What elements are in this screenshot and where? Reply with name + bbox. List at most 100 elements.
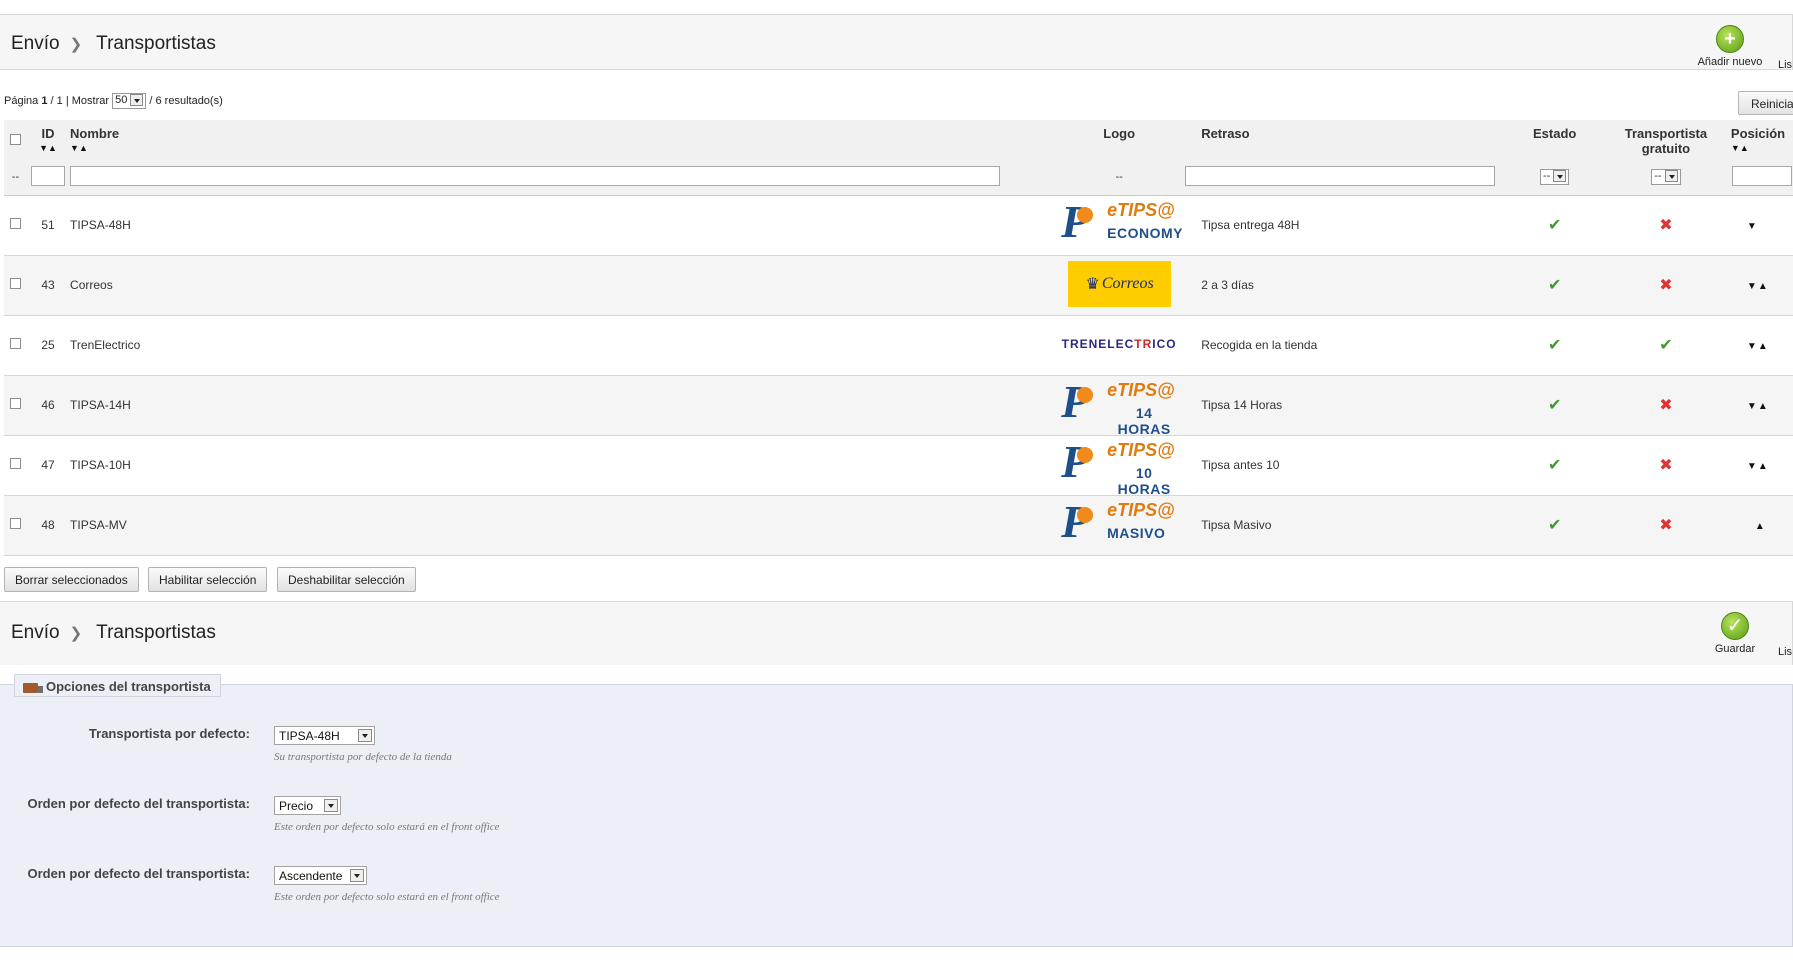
options-legend: Opciones del transportista — [14, 674, 221, 697]
checkmark-icon: ✓ — [1721, 612, 1749, 640]
table-row[interactable]: 43 Correos ♛ Correos 2 a 3 días ✔ ✖ ▼▲ — [4, 255, 1793, 316]
order-by-label: Orden por defecto del transportista: — [27, 796, 250, 811]
row-checkbox[interactable] — [9, 218, 21, 229]
carrier-logo: TRENELECTRICO — [1057, 319, 1181, 369]
status-toggle[interactable]: ✔ — [1508, 375, 1601, 436]
free-toggle[interactable]: ✖ — [1600, 495, 1731, 556]
position-arrows[interactable]: ▼ — [1730, 195, 1793, 256]
tipsa-logo-sub: MASIVO — [1107, 524, 1166, 541]
free-toggle[interactable]: ✔ — [1600, 315, 1731, 376]
check-icon: ✔ — [1547, 397, 1562, 414]
carrier-delay: Tipsa antes 10 — [1185, 435, 1509, 496]
free-toggle[interactable]: ✖ — [1600, 255, 1731, 316]
correos-logo-word: Correos — [1101, 274, 1154, 292]
carrier-name: TrenElectrico — [69, 315, 1054, 376]
trenelectrico-logo: TRENELECTRICO — [1061, 336, 1177, 351]
current-page: 1 — [41, 94, 48, 107]
status-toggle[interactable]: ✔ — [1508, 195, 1601, 256]
table-row[interactable]: 25 TrenElectrico TRENELECTRICO Recogida … — [4, 315, 1793, 376]
position-arrow-icon[interactable]: ▼▲ — [1747, 461, 1769, 472]
default-carrier-select[interactable]: TIPSA-48H — [274, 726, 375, 745]
table-row[interactable]: 47 TIPSA-10H PeTIPS@ 10 HORAS Tipsa antes… — [4, 435, 1793, 497]
row-checkbox[interactable] — [9, 458, 21, 469]
sort-arrows-icon[interactable]: ▼▲ — [70, 144, 1052, 153]
position-arrows[interactable]: ▼▲ — [1730, 375, 1793, 436]
status-toggle[interactable]: ✔ — [1508, 315, 1601, 376]
carrier-logo-cell: PeTIPS@ 10 HORAS — [1053, 435, 1186, 497]
position-filter-input[interactable] — [1731, 165, 1792, 186]
carrier-id: 25 — [26, 315, 70, 376]
delay-filter-input[interactable] — [1185, 165, 1496, 186]
list-button[interactable]: Lis — [1778, 59, 1793, 71]
free-filter-select[interactable]: -- — [1651, 169, 1681, 186]
delete-selected-button[interactable]: Borrar seleccionados — [4, 567, 139, 592]
table-row[interactable]: 48 TIPSA-MV PeTIPS@ MASIVO Tipsa Masivo ✔… — [4, 495, 1793, 556]
carrier-logo: PeTIPS@ ECONOMY — [1057, 198, 1182, 249]
breadcrumb-section[interactable]: Envío — [11, 33, 60, 54]
status-toggle[interactable]: ✔ — [1508, 495, 1601, 556]
check-icon: ✔ — [1547, 277, 1562, 294]
status-toggle[interactable]: ✔ — [1508, 255, 1601, 316]
order-way-select[interactable]: Ascendente — [274, 866, 367, 885]
row-checkbox[interactable] — [9, 518, 21, 529]
tipsa-logo: PeTIPS@ MASIVO — [1057, 498, 1181, 549]
position-header: Posición ▼▲ — [1730, 120, 1793, 160]
status-toggle[interactable]: ✔ — [1508, 435, 1601, 496]
row-checkbox[interactable] — [9, 278, 21, 289]
carrier-logo: PeTIPS@ 10 HORAS — [1057, 438, 1181, 497]
chevron-right-icon: ❯ — [69, 625, 83, 642]
position-arrows[interactable]: ▼▲ — [1730, 315, 1793, 376]
position-arrow-icon[interactable]: ▼ — [1747, 221, 1758, 232]
order-by-value: Precio — [279, 799, 314, 813]
order-way-help: Este orden por defecto solo estará en el… — [274, 891, 500, 903]
sort-arrows-icon[interactable]: ▼▲ — [28, 144, 68, 153]
check-icon: ✔ — [1547, 217, 1562, 234]
check-icon: ✔ — [1547, 337, 1562, 354]
check-icon: ✔ — [1547, 457, 1562, 474]
per-page-value: 50 — [115, 94, 128, 106]
results-count: / 6 resultado(s) — [149, 94, 223, 107]
table-row[interactable]: 51 TIPSA-48H PeTIPS@ ECONOMY Tipsa entreg… — [4, 195, 1793, 256]
order-by-select[interactable]: Precio — [274, 796, 341, 815]
row-checkbox[interactable] — [9, 338, 21, 349]
position-arrow-icon[interactable]: ▲ — [1755, 521, 1766, 532]
chevron-down-icon — [1553, 170, 1567, 183]
cross-icon: ✖ — [1659, 457, 1673, 474]
carrier-logo-cell: TRENELECTRICO — [1053, 315, 1186, 376]
page-label: Página — [4, 94, 39, 107]
tipsa-logo-name: eTIPS@ — [1107, 499, 1175, 520]
correos-logo: ♛ Correos — [1068, 260, 1172, 307]
carrier-delay: Tipsa Masivo — [1185, 495, 1509, 556]
status-filter-select[interactable]: -- — [1540, 169, 1570, 186]
cross-icon: ✖ — [1659, 397, 1673, 414]
reset-filter-button[interactable]: Reinicia — [1738, 91, 1793, 115]
position-arrow-icon[interactable]: ▼▲ — [1747, 281, 1769, 292]
select-all-checkbox[interactable] — [9, 134, 21, 145]
position-arrow-icon[interactable]: ▼▲ — [1747, 401, 1769, 412]
save-button[interactable]: ✓ Guardar — [1700, 612, 1770, 655]
carrier-logo-cell: PeTIPS@ 14 HORAS — [1053, 375, 1186, 437]
position-arrows[interactable]: ▼▲ — [1730, 255, 1793, 316]
free-toggle[interactable]: ✖ — [1600, 195, 1731, 256]
add-new-button[interactable]: + Añadir nuevo — [1690, 25, 1770, 68]
carrier-logo-cell: PeTIPS@ ECONOMY — [1053, 195, 1186, 256]
carrier-name: Correos — [69, 255, 1054, 316]
free-toggle[interactable]: ✖ — [1600, 435, 1731, 496]
position-arrows[interactable]: ▲ — [1730, 495, 1793, 556]
disable-selected-button[interactable]: Deshabilitar selección — [277, 567, 416, 592]
sort-arrows-icon[interactable]: ▼▲ — [1731, 144, 1792, 153]
tipsa-logo-name: eTIPS@ — [1107, 199, 1175, 220]
free-toggle[interactable]: ✖ — [1600, 375, 1731, 436]
per-page-select[interactable]: 50 — [112, 93, 147, 109]
enable-selected-button[interactable]: Habilitar selección — [148, 567, 268, 592]
table-row[interactable]: 46 TIPSA-14H PeTIPS@ 14 HORAS Tipsa 14 Ho… — [4, 375, 1793, 437]
position-arrow-icon[interactable]: ▼▲ — [1747, 341, 1769, 352]
filter-row: -- -- -- -- — [4, 160, 1793, 196]
id-filter-input[interactable] — [30, 165, 65, 186]
breadcrumb-section[interactable]: Envío — [11, 622, 60, 643]
runner-icon — [1077, 386, 1094, 403]
position-arrows[interactable]: ▼▲ — [1730, 435, 1793, 496]
row-checkbox[interactable] — [9, 398, 21, 409]
name-filter-input[interactable] — [70, 165, 1001, 186]
list-button[interactable]: Lis — [1778, 646, 1793, 658]
